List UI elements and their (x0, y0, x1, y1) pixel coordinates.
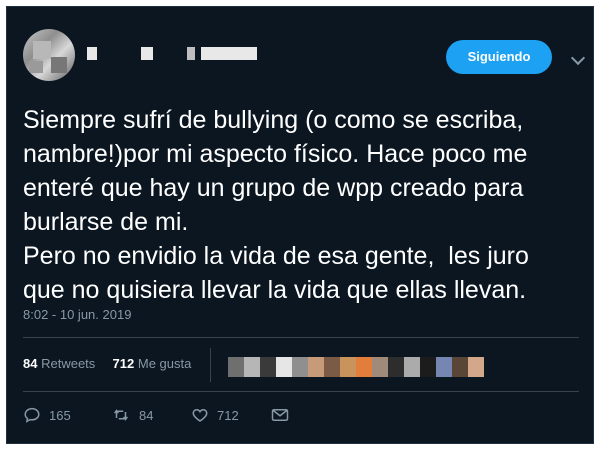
stats-separator (210, 348, 211, 382)
likes-label[interactable]: Me gusta (138, 356, 191, 371)
tweet-card: Siguiendo Siempre sufrí de bullying (o c… (6, 6, 594, 444)
tweet-header: Siguiendo (7, 7, 593, 97)
tweet-actions: 165 84 712 (23, 402, 579, 428)
heart-icon[interactable] (191, 406, 217, 424)
following-button[interactable]: Siguiendo (446, 40, 552, 74)
like-action[interactable]: 712 (191, 402, 239, 428)
retweet-action[interactable]: 84 (111, 402, 153, 428)
tweet-text: Siempre sufrí de bullying (o como se esc… (23, 106, 529, 304)
retweets-count[interactable]: 84 (23, 356, 37, 371)
tweet-timestamp[interactable]: 8:02 - 10 jun. 2019 (23, 307, 131, 322)
likes-count[interactable]: 712 (113, 356, 135, 371)
retweet-icon[interactable] (111, 406, 139, 424)
engagement-stats: 84 Retweets 712 Me gusta (23, 356, 191, 376)
avatar[interactable] (23, 29, 75, 81)
divider (23, 337, 579, 338)
reply-icon[interactable] (23, 406, 49, 424)
envelope-icon[interactable] (271, 407, 297, 423)
reply-count: 165 (49, 407, 71, 423)
divider (23, 391, 579, 392)
direct-message-action[interactable] (271, 402, 297, 428)
retweets-label[interactable]: Retweets (41, 356, 95, 371)
retweet-count: 84 (139, 407, 154, 423)
reply-action[interactable]: 165 (23, 402, 71, 428)
like-count: 712 (217, 407, 239, 423)
chevron-down-icon[interactable] (570, 50, 586, 66)
